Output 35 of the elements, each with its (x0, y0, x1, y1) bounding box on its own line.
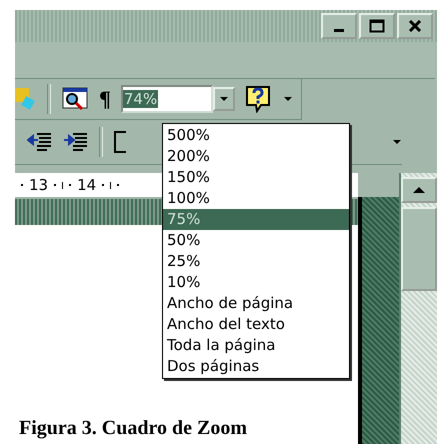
minimize-icon (334, 29, 344, 32)
help-icon[interactable] (244, 85, 273, 113)
up-arrow-icon (412, 186, 426, 194)
ruler-number: 13 (29, 176, 48, 194)
pilcrow-button[interactable]: ¶ (99, 86, 111, 112)
caret-icon (218, 96, 229, 102)
increase-indent-icon[interactable] (63, 131, 89, 153)
zoom-field[interactable]: 74% (120, 85, 213, 113)
ruler-number: 14 (77, 176, 96, 194)
close-button[interactable] (397, 13, 433, 39)
scroll-thumb[interactable] (401, 207, 438, 291)
decrease-indent-icon[interactable] (27, 131, 53, 153)
menu-item[interactable]: 150% (163, 167, 349, 188)
menu-item[interactable]: 25% (163, 251, 349, 272)
print-preview-icon[interactable] (61, 86, 89, 112)
scroll-up-button[interactable] (401, 177, 438, 203)
menu-item[interactable]: 200% (163, 146, 349, 167)
dropdown-button[interactable] (212, 87, 235, 111)
menu-item[interactable]: Dos páginas (163, 356, 349, 377)
menu-item[interactable]: 50% (163, 230, 349, 251)
menu-item[interactable]: Toda la página (163, 335, 349, 356)
menu-item[interactable]: 75% (163, 209, 349, 230)
caret-icon[interactable] (392, 139, 402, 145)
close-icon (408, 20, 422, 32)
border-icon[interactable] (113, 130, 127, 154)
maximize-icon (369, 19, 385, 33)
figure-caption: Figura 3. Cuadro de Zoom (19, 417, 247, 440)
caret-icon[interactable] (282, 96, 293, 102)
menu-item[interactable]: 100% (163, 188, 349, 209)
menu-item[interactable]: Ancho del texto (163, 314, 349, 335)
menu-item[interactable]: Ancho de página (163, 293, 349, 314)
maximize-button[interactable] (359, 13, 395, 39)
menu-item[interactable]: 10% (163, 272, 349, 293)
minimize-button[interactable] (321, 13, 357, 39)
menu-item[interactable]: 500% (163, 125, 349, 146)
